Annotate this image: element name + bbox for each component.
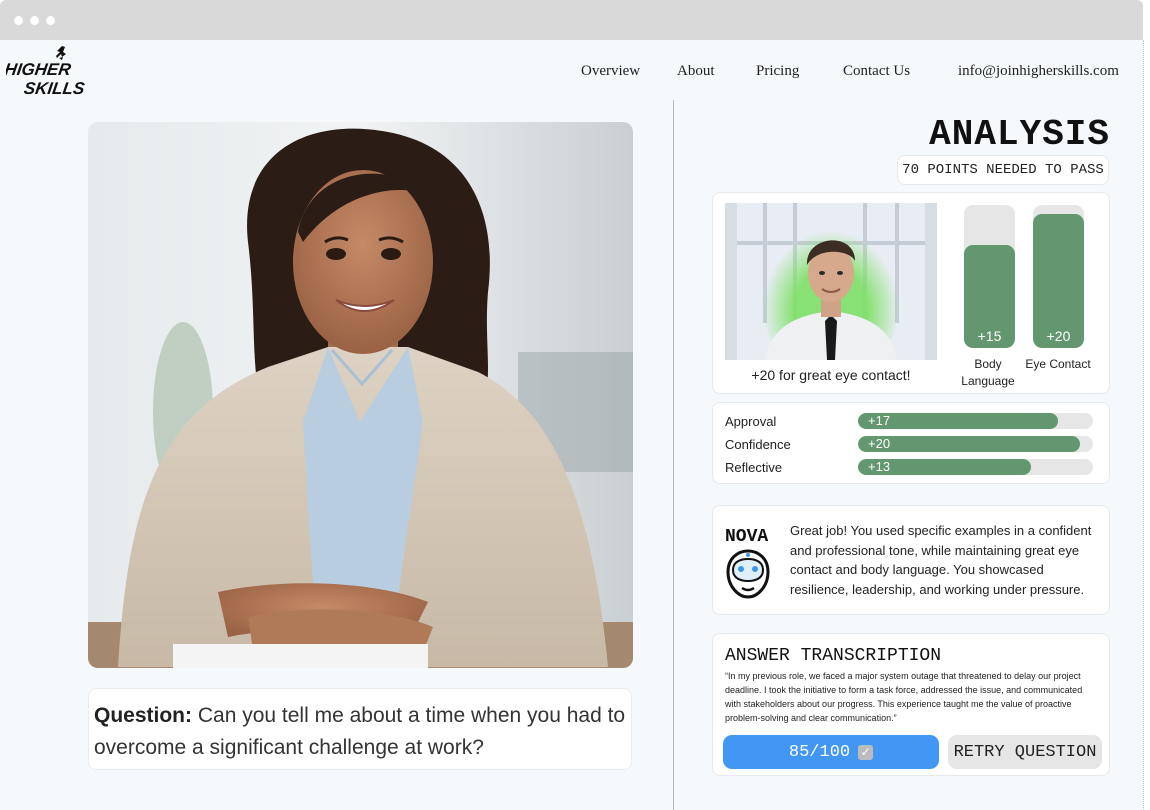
score-button[interactable]: 85/100 ✓	[723, 735, 939, 769]
score-text: 85/100	[788, 742, 851, 762]
nav-about-link[interactable]: About	[677, 63, 715, 80]
bar-value: +15	[977, 328, 1002, 344]
score-vertical-bar: +20	[1033, 205, 1084, 348]
metric-bar-confidence: +20	[858, 436, 1093, 452]
question-label: Question:	[94, 704, 192, 727]
metric-bar-approval: +17	[858, 413, 1093, 429]
bar-value: +17	[868, 413, 891, 428]
analysis-title: ANALYSIS	[929, 114, 1110, 155]
window-dot-icon	[30, 16, 39, 25]
bar-label: Eye Contact	[1025, 357, 1091, 371]
nova-name: NOVA	[725, 527, 769, 547]
question-card: Question: Can you tell me about a time w…	[88, 688, 632, 770]
bar-label: Body Language	[961, 357, 1015, 388]
window-dot-icon	[14, 16, 23, 25]
nova-robot-icon	[726, 549, 770, 599]
retry-question-button[interactable]: RETRY QUESTION	[948, 735, 1102, 769]
candidate-video-feed	[88, 122, 633, 668]
pass-requirement-badge: 70 POINTS NEEDED TO PASS	[897, 155, 1109, 185]
transcription-text: “In my previous role, we faced a major s…	[725, 671, 1083, 723]
bar-fill	[858, 436, 1081, 452]
browser-title-bar	[0, 0, 1143, 40]
window-dot-icon	[46, 16, 55, 25]
metric-label-reflective: Reflective	[725, 460, 783, 475]
nav-email-link[interactable]: info@joinhigherskills.com	[958, 63, 1119, 80]
checkbox-check-icon: ✓	[858, 744, 874, 760]
nav-pricing-link[interactable]: Pricing	[756, 63, 799, 80]
transcription-title: ANSWER TRANSCRIPTION	[725, 646, 942, 666]
nav-overview-link[interactable]: Overview	[581, 63, 640, 80]
video-feedback-caption: +20 for great eye contact!	[751, 367, 911, 383]
logo-line2: SKILLS	[23, 79, 87, 98]
logo-line1: HIGHER	[6, 60, 73, 79]
nova-feedback-message: Great job! You used specific examples in…	[790, 523, 1092, 597]
page-edge-divider	[1143, 40, 1145, 810]
panel-divider	[673, 100, 674, 810]
metric-label-confidence: Confidence	[725, 437, 791, 452]
bar-value: +20	[868, 436, 891, 451]
metric-bar-reflective: +13	[858, 459, 1093, 475]
score-vertical-bar: +15	[964, 205, 1015, 348]
nav-contact-link[interactable]: Contact Us	[843, 63, 910, 80]
bar-value: +20	[1046, 328, 1071, 344]
interviewee-video-thumbnail	[725, 203, 937, 360]
metric-label-approval: Approval	[725, 414, 777, 429]
bar-value: +13	[868, 459, 891, 474]
higher-skills-logo[interactable]: HIGHER SKILLS	[6, 46, 102, 98]
